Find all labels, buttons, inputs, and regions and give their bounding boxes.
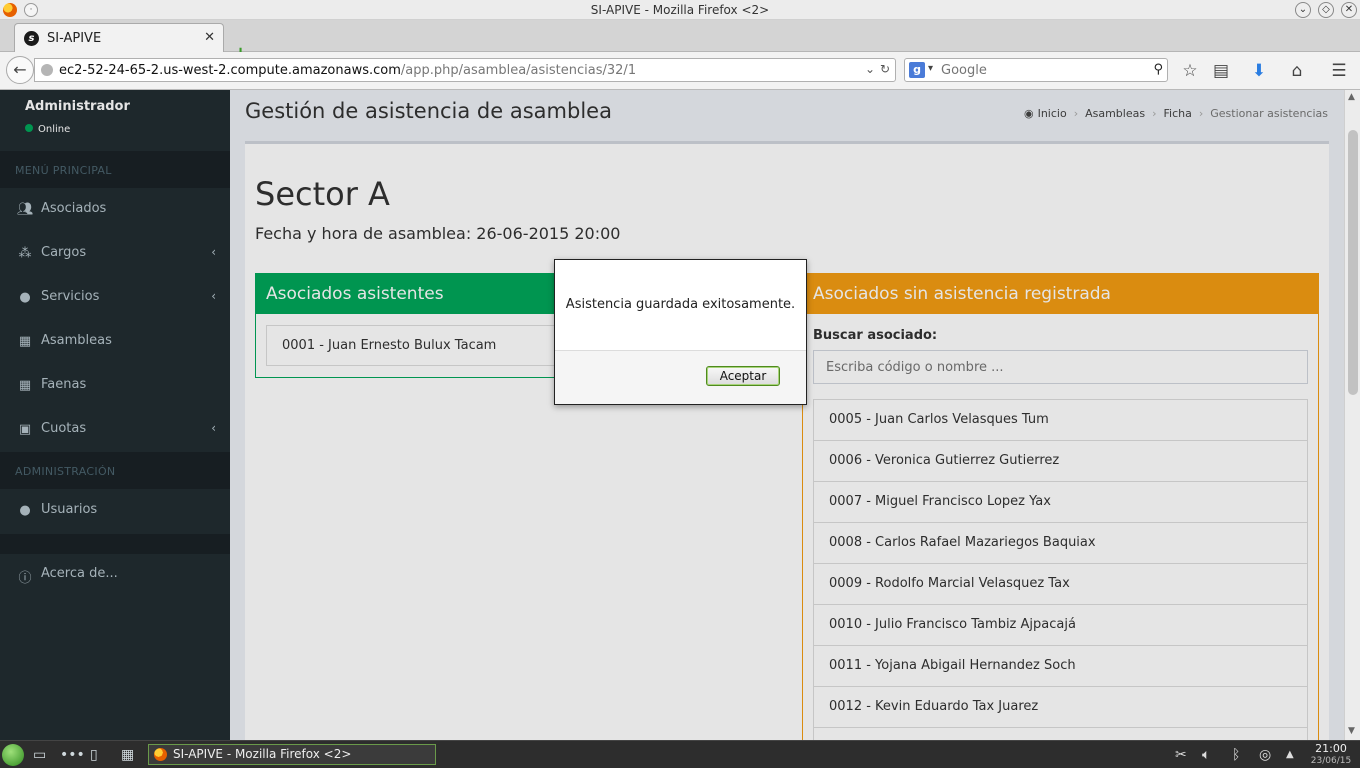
aceptar-button[interactable]: Aceptar — [706, 366, 780, 386]
download-icon[interactable]: ⬇ — [1248, 61, 1270, 81]
url-bar[interactable]: ec2-52-24-65-2.us-west-2.compute.amazona… — [34, 58, 896, 82]
back-arrow-icon[interactable]: ← — [6, 56, 34, 84]
more-icon[interactable]: ••• — [60, 747, 85, 763]
reload-icon[interactable]: ↻ — [880, 62, 890, 76]
window-titlebar: · SI-APIVE - Mozilla Firefox <2> ⌄ ◇ ✕ — [0, 0, 1360, 20]
volume-icon[interactable]: 🔈︎ — [1202, 747, 1210, 763]
symfony-favicon-icon: s — [24, 31, 39, 46]
dialog-footer: Aceptar — [555, 351, 806, 404]
scroll-up-icon[interactable]: ▲ — [1348, 92, 1355, 102]
binoculars-icon[interactable]: ⚲ — [1153, 62, 1163, 77]
workspace-switcher-icon[interactable]: ▯ — [90, 747, 98, 763]
dialog-body: Asistencia guardada exitosamente. — [555, 260, 806, 351]
bookmark-star-icon[interactable]: ☆ — [1179, 61, 1201, 81]
tray-expand-icon[interactable]: ▲ — [1286, 749, 1294, 760]
tools-icon[interactable]: ✂ — [1175, 747, 1187, 763]
dialog-message: Asistencia guardada exitosamente. — [565, 297, 796, 312]
start-menu-icon[interactable] — [2, 744, 24, 766]
search-bar[interactable]: g ▾ ⚲ — [904, 58, 1168, 82]
taskbar-firefox-window[interactable]: SI-APIVE - Mozilla Firefox <2> — [148, 744, 436, 765]
firefox-icon — [154, 748, 167, 761]
search-engine-dropdown-icon[interactable]: ▾ — [928, 63, 933, 74]
tab-title: SI-APIVE — [47, 31, 102, 46]
browser-tab[interactable]: s SI-APIVE ✕ — [14, 23, 224, 52]
bluetooth-icon[interactable]: ᛒ — [1232, 747, 1240, 763]
close-window-icon[interactable]: ✕ — [1341, 2, 1357, 18]
alert-dialog: Asistencia guardada exitosamente. Acepta… — [554, 259, 807, 405]
url-text: ec2-52-24-65-2.us-west-2.compute.amazona… — [59, 63, 637, 78]
url-dropdown-icon[interactable]: ⌄ — [865, 62, 875, 76]
maximize-icon[interactable]: ◇ — [1318, 2, 1334, 18]
menu-icon[interactable]: ☰ — [1328, 61, 1350, 81]
taskbar: ▭ ••• ▯ ▦ SI-APIVE - Mozilla Firefox <2>… — [0, 740, 1360, 768]
scrollbar-thumb[interactable] — [1348, 130, 1358, 395]
calendar-app-icon[interactable]: ▦ — [121, 747, 134, 763]
modal-backdrop[interactable] — [0, 90, 1344, 740]
reading-list-icon[interactable]: ▤ — [1210, 61, 1232, 81]
web-page: Administrador Online MENÚ PRINCIPAL 👥︎ A… — [0, 90, 1360, 740]
page-scrollbar[interactable]: ▲ ▼ — [1344, 90, 1360, 740]
globe-icon — [41, 64, 53, 76]
window-title: SI-APIVE - Mozilla Firefox <2> — [590, 3, 770, 17]
scroll-down-icon[interactable]: ▼ — [1348, 726, 1355, 736]
navigation-toolbar: ← ec2-52-24-65-2.us-west-2.compute.amazo… — [0, 52, 1360, 90]
search-input[interactable] — [941, 61, 1141, 79]
google-icon[interactable]: g — [909, 62, 925, 78]
minimize-icon[interactable]: ⌄ — [1295, 2, 1311, 18]
tab-close-icon[interactable]: ✕ — [204, 30, 215, 45]
desktop-icon[interactable]: ▭ — [33, 747, 46, 763]
network-icon[interactable]: ◎ — [1259, 747, 1271, 763]
clock[interactable]: 21:00 23/06/15 — [1305, 742, 1357, 768]
tab-bar: s SI-APIVE ✕ + — [0, 20, 1360, 64]
home-icon[interactable]: ⌂ — [1286, 61, 1308, 81]
